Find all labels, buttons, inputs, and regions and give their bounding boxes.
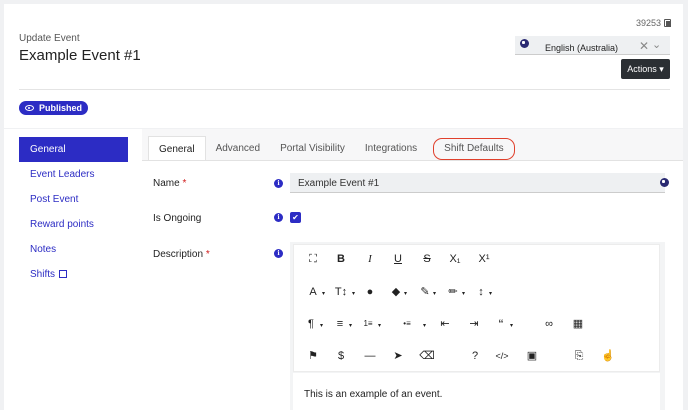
name-label-text: Name (153, 178, 180, 189)
clear-language-icon[interactable]: ✕ (639, 39, 649, 53)
sidebar-item-shifts[interactable]: Shifts (19, 262, 128, 287)
chevron-down-icon[interactable]: ▾ (510, 322, 513, 329)
chevron-down-icon[interactable]: ▾ (349, 322, 352, 329)
strikethrough-icon[interactable]: S (418, 251, 436, 267)
tag-icon[interactable]: ◆ (387, 284, 405, 300)
ordered-list-icon[interactable]: 1≡ (359, 316, 377, 332)
blockquote-icon[interactable]: “ (492, 316, 510, 332)
globe-icon[interactable] (659, 178, 669, 187)
outdent-icon[interactable]: ⇤ (436, 316, 454, 332)
sidebar-item-notes[interactable]: Notes (19, 237, 128, 262)
ongoing-checkbox[interactable]: ✔ (290, 212, 301, 223)
sidebar-nav: General Event Leaders Post Event Reward … (19, 137, 128, 287)
editor-toolbar: ⛶ B I U S X₁ X¹ A ▾ T↕ ▾ ● ◆ ▾ ✎ ▾ ✏ ▾ ↕… (293, 244, 660, 372)
info-icon[interactable]: i (274, 213, 283, 222)
globe-icon (520, 39, 529, 48)
chevron-down-icon[interactable]: ▾ (423, 322, 426, 329)
eye-icon (25, 105, 34, 111)
copy-icon[interactable] (664, 19, 671, 27)
bold-icon[interactable]: B (332, 251, 350, 267)
status-badge: Published (19, 101, 88, 115)
tab-advanced[interactable]: Advanced (206, 136, 270, 161)
font-color-icon[interactable]: A (304, 284, 322, 300)
document-icon[interactable]: ⎘ (570, 348, 588, 364)
record-id: 39253 (636, 18, 662, 28)
name-field-value: Example Event #1 (298, 178, 380, 189)
description-text: This is an example of an event. (304, 389, 443, 400)
horizontal-rule-icon[interactable]: — (361, 348, 379, 364)
chevron-down-icon[interactable]: ▾ (352, 290, 355, 297)
chevron-down-icon[interactable]: ▾ (462, 290, 465, 297)
external-link-icon (59, 270, 68, 278)
dollar-icon[interactable]: $ (332, 348, 350, 364)
page-title: Example Event #1 (19, 47, 141, 64)
status-badge-label: Published (39, 103, 83, 113)
description-label-text: Description (153, 249, 204, 260)
chevron-down-icon[interactable]: ▾ (322, 290, 325, 297)
align-icon[interactable]: ≡ (331, 316, 349, 332)
sidebar-item-event-leaders[interactable]: Event Leaders (19, 162, 128, 187)
paragraph-icon[interactable]: ¶ (302, 316, 320, 332)
description-label: Description * (153, 249, 210, 260)
sidebar-item-shifts-label: Shifts (30, 269, 56, 280)
sidebar-item-general[interactable]: General (19, 137, 128, 162)
font-size-icon[interactable]: T↕ (332, 284, 350, 300)
info-icon[interactable]: i (274, 179, 283, 188)
chevron-down-icon[interactable]: ▾ (433, 290, 436, 297)
chevron-down-icon[interactable]: ⌄ (652, 38, 661, 51)
tab-shift-defaults[interactable]: Shift Defaults (433, 138, 515, 160)
name-label: Name * (153, 178, 186, 189)
flag-icon[interactable]: ⚑ (304, 348, 322, 364)
info-icon[interactable]: i (274, 249, 283, 258)
indent-icon[interactable]: ⇥ (465, 316, 483, 332)
sidebar-item-post-event[interactable]: Post Event (19, 187, 128, 212)
required-mark: * (182, 178, 187, 189)
link-icon[interactable]: ∞ (540, 316, 558, 332)
required-mark: * (205, 249, 210, 260)
bullet-list-icon[interactable]: •≡ (398, 316, 416, 332)
help-icon[interactable]: ? (466, 348, 484, 364)
tab-general[interactable]: General (148, 136, 206, 161)
actions-button[interactable]: Actions ▾ (621, 59, 670, 79)
eraser-icon[interactable]: ⌫ (418, 348, 436, 364)
brush-icon[interactable]: ✎ (416, 284, 434, 300)
event-header-card (4, 4, 683, 128)
chevron-down-icon[interactable]: ▾ (404, 290, 407, 297)
chevron-down-icon[interactable]: ▾ (489, 290, 492, 297)
chevron-down-icon[interactable]: ▾ (378, 322, 381, 329)
tab-portal-visibility[interactable]: Portal Visibility (270, 136, 355, 161)
fullscreen-icon[interactable]: ⛶ (304, 251, 322, 267)
italic-icon[interactable]: I (361, 251, 379, 267)
sidebar-item-reward-points[interactable]: Reward points (19, 212, 128, 237)
underline-icon[interactable]: U (389, 251, 407, 267)
tab-bar: General Advanced Portal Visibility Integ… (148, 136, 515, 161)
page-subtitle: Update Event (19, 33, 80, 44)
subscript-icon[interactable]: X₁ (446, 251, 464, 267)
cursor-select-icon[interactable]: ➤ (389, 348, 407, 364)
tab-integrations[interactable]: Integrations (355, 136, 427, 161)
pointer-hand-icon[interactable]: ☝ (599, 348, 617, 364)
code-view-icon[interactable]: </> (493, 348, 511, 364)
pencil-icon[interactable]: ✏ (444, 284, 462, 300)
header-divider (19, 89, 670, 90)
chevron-down-icon[interactable]: ▾ (320, 322, 323, 329)
color-drop-icon[interactable]: ● (361, 284, 379, 300)
superscript-icon[interactable]: X¹ (475, 251, 493, 267)
ongoing-label: Is Ongoing (153, 213, 202, 224)
language-value: English (Australia) (545, 43, 619, 53)
camera-icon[interactable]: ▣ (523, 348, 541, 364)
line-height-icon[interactable]: ↕ (472, 284, 490, 300)
table-icon[interactable]: ▦ (569, 316, 587, 332)
